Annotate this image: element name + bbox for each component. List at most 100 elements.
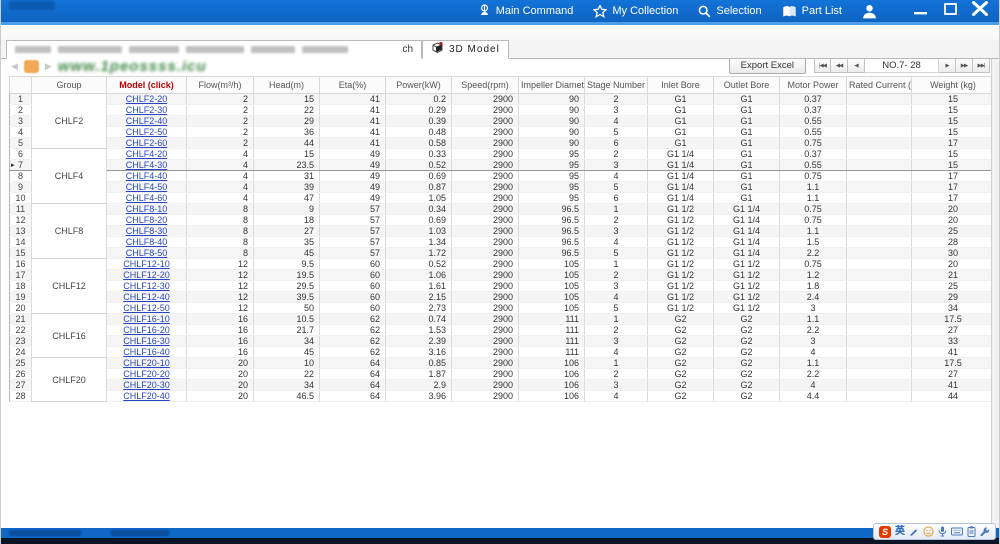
column-header[interactable]: Outlet Bore: [713, 76, 780, 94]
pager-first-button[interactable]: |◀◀: [814, 58, 831, 73]
model-link[interactable]: CHLF20-10: [123, 358, 170, 368]
my-collection-button[interactable]: My Collection: [593, 4, 678, 18]
model-link[interactable]: CHLF4-60: [126, 193, 168, 203]
column-header[interactable]: Eta(%): [319, 76, 386, 94]
model-link[interactable]: CHLF16-20: [123, 325, 170, 335]
model-link[interactable]: CHLF8-50: [126, 248, 168, 258]
row-number: 12: [9, 214, 32, 226]
model-link[interactable]: CHLF8-30: [126, 226, 168, 236]
close-button[interactable]: [969, 1, 991, 20]
table-row[interactable]: 1 CHLF2 CHLF2-20 2 15 41 0.2 2900 90 2 G1 G1 0.37 15: [9, 93, 995, 149]
table-row[interactable]: 15 CHLF8-50 8 45 57 1.72 2900 96.5 5 G1 1/2 G1 1/4…: [9, 247, 995, 259]
table-row[interactable]: 2 CHLF2-30 2 22 41 0.29 2900 90 3 G1 G1 0.37 15: [9, 104, 995, 116]
model-link[interactable]: CHLF8-40: [126, 237, 168, 247]
model-link[interactable]: CHLF2-60: [126, 138, 168, 148]
table-row[interactable]: 11 CHLF8 CHLF8-10 8 9 57 0.34 2900 96.5 1 G1 1/2 G1…: [9, 203, 995, 259]
table-row[interactable]: 26 CHLF20-20 20 22 64 1.87 2900 106 2 G2 G2 2.2 27: [9, 368, 995, 380]
minimize-button[interactable]: [909, 2, 931, 20]
model-link[interactable]: CHLF2-40: [126, 116, 168, 126]
pen-icon[interactable]: [909, 527, 919, 537]
model-link[interactable]: CHLF12-10: [123, 259, 170, 269]
model-link[interactable]: CHLF4-20: [126, 149, 168, 159]
model-link[interactable]: CHLF4-30: [126, 161, 168, 170]
column-header[interactable]: Motor Power: [779, 76, 847, 94]
table-row[interactable]: 3 CHLF2-40 2 29 41 0.39 2900 90 4 G1 G1 0.55 15: [9, 115, 995, 127]
model-link[interactable]: CHLF2-20: [126, 94, 168, 104]
table-row[interactable]: 25 CHLF20 CHLF20-10 20 10 64 0.85 2900 106 1 G2 G2 1…: [9, 357, 995, 402]
table-row[interactable]: 8 CHLF4-40 4 31 49 0.69 2900 95 4 G1 1/4 G1 0.75 17: [9, 170, 995, 182]
table-row[interactable]: 23 CHLF16-30 16 34 62 2.39 2900 111 3 G2 G2 3 33: [9, 335, 995, 347]
export-excel-button[interactable]: Export Excel: [728, 57, 806, 74]
maximize-button[interactable]: [939, 2, 961, 20]
column-header[interactable]: Impeller Diameter: [518, 76, 585, 94]
column-header[interactable]: Power(kW): [385, 76, 452, 94]
model-link[interactable]: CHLF12-40: [123, 292, 170, 302]
table-row[interactable]: 4 CHLF2-50 2 36 41 0.48 2900 90 5 G1 G1 0.55 15: [9, 126, 995, 138]
pager-fast-prev-button[interactable]: ◀◀: [831, 58, 848, 73]
table-row[interactable]: 19 CHLF12-40 12 39.5 60 2.15 2900 105 4 G1 1/2 G1 …: [9, 291, 995, 303]
table-row[interactable]: ▸ 7 CHLF4-30 4 23.5 49 0.52 2900 95 3 G1 1/4 G1 0.55…: [9, 159, 995, 171]
column-header[interactable]: Flow(m³/h): [186, 76, 254, 94]
table-row[interactable]: 10 CHLF4-60 4 47 49 1.05 2900 95 6 G1 1/4 G1 1.1 17: [9, 192, 995, 204]
column-header[interactable]: Model (click): [106, 76, 187, 94]
mic-icon[interactable]: [938, 526, 947, 537]
table-row[interactable]: 16 CHLF12 CHLF12-10 12 9.5 60 0.52 2900 105 1 G1 1…: [9, 258, 995, 314]
column-header[interactable]: Rated Current (A): [846, 76, 912, 94]
tab-search[interactable]: ch: [6, 40, 422, 59]
table-row[interactable]: 24 CHLF16-40 16 45 62 3.16 2900 111 4 G2 G2 4 41: [9, 346, 995, 358]
table-row[interactable]: 21 CHLF16 CHLF16-10 16 10.5 62 0.74 2900 111 1 G2 G…: [9, 313, 995, 358]
table-row[interactable]: 6 CHLF4 CHLF4-20 4 15 49 0.33 2900 95 2 G1 1/4 G1 0.…: [9, 148, 995, 204]
column-header[interactable]: Group: [31, 76, 107, 94]
table-row[interactable]: 28 CHLF20-40 20 46.5 64 3.96 2900 106 4 G2 G2 4.4 44: [9, 390, 995, 402]
model-link[interactable]: CHLF16-30: [123, 336, 170, 346]
table-row[interactable]: 5 CHLF2-60 2 44 41 0.58 2900 90 6 G1 G1 0.75 17: [9, 137, 995, 149]
model-link[interactable]: CHLF2-50: [126, 127, 168, 137]
model-link[interactable]: CHLF16-10: [123, 314, 170, 324]
column-header[interactable]: Head(m): [253, 76, 320, 94]
tab-3d-model[interactable]: 3D Model: [422, 40, 509, 59]
table-row[interactable]: 9 CHLF4-50 4 39 49 0.87 2900 95 5 G1 1/4 G1 1.1 17: [9, 181, 995, 193]
table-row[interactable]: 14 CHLF8-40 8 35 57 1.34 2900 96.5 4 G1 1/2 G1 1/4…: [9, 236, 995, 248]
model-link[interactable]: CHLF12-20: [123, 270, 170, 280]
model-link[interactable]: CHLF2-30: [126, 105, 168, 115]
table-row[interactable]: 18 CHLF12-30 12 29.5 60 1.61 2900 105 3 G1 1/2 G1 …: [9, 280, 995, 292]
model-link[interactable]: CHLF20-40: [123, 391, 170, 401]
keyboard-icon[interactable]: [951, 527, 963, 536]
table-row[interactable]: 22 CHLF16-20 16 21.7 62 1.53 2900 111 2 G2 G2 2.2 27: [9, 324, 995, 336]
column-header[interactable]: Stage Number: [584, 76, 648, 94]
table-row[interactable]: 12 CHLF8-20 8 18 57 0.69 2900 96.5 2 G1 1/2 G1 1/4…: [9, 214, 995, 226]
table-row[interactable]: 27 CHLF20-30 20 34 64 2.9 2900 106 3 G2 G2 4 41: [9, 379, 995, 391]
smiley-icon[interactable]: [923, 526, 934, 537]
model-link[interactable]: CHLF20-20: [123, 369, 170, 379]
wrench-icon[interactable]: [980, 526, 990, 537]
vertical-scrollbar[interactable]: [991, 58, 999, 528]
cell-head: 23.5: [253, 159, 320, 171]
pager-prev-button[interactable]: ◀: [848, 58, 865, 73]
clipboard-icon[interactable]: [967, 526, 976, 537]
model-link[interactable]: CHLF4-40: [126, 171, 168, 181]
model-link[interactable]: CHLF20-30: [123, 380, 170, 390]
part-list-button[interactable]: Part List: [782, 5, 842, 18]
main-command-button[interactable]: Main Command: [478, 4, 573, 18]
pager-next-button[interactable]: ▶: [939, 58, 956, 73]
ime-language-toggle[interactable]: 英: [895, 524, 905, 539]
table-row[interactable]: 20 CHLF12-50 12 50 60 2.73 2900 105 5 G1 1/2 G1 1/…: [9, 302, 995, 314]
model-link[interactable]: CHLF12-30: [123, 281, 170, 291]
cell-inlet: G2: [647, 390, 714, 402]
model-link[interactable]: CHLF8-10: [126, 204, 168, 214]
pager-last-button[interactable]: ▶▶|: [973, 58, 990, 73]
model-link[interactable]: CHLF4-50: [126, 182, 168, 192]
model-link[interactable]: CHLF12-50: [123, 303, 170, 313]
user-account-button[interactable]: [862, 4, 877, 19]
table-row[interactable]: 13 CHLF8-30 8 27 57 1.03 2900 96.5 3 G1 1/2 G1 1/4…: [9, 225, 995, 237]
sogou-logo-icon[interactable]: S: [879, 525, 891, 538]
selection-button[interactable]: Selection: [698, 5, 762, 18]
table-row[interactable]: 17 CHLF12-20 12 19.5 60 1.06 2900 105 2 G1 1/2 G1 …: [9, 269, 995, 281]
column-header[interactable]: Weight (kg): [911, 76, 995, 94]
column-header[interactable]: Speed(rpm): [451, 76, 519, 94]
column-header[interactable]: [9, 76, 32, 94]
model-link[interactable]: CHLF8-20: [126, 215, 168, 225]
column-header[interactable]: Inlet Bore: [647, 76, 714, 94]
pager-fast-next-button[interactable]: ▶▶: [956, 58, 973, 73]
model-link[interactable]: CHLF16-40: [123, 347, 170, 357]
